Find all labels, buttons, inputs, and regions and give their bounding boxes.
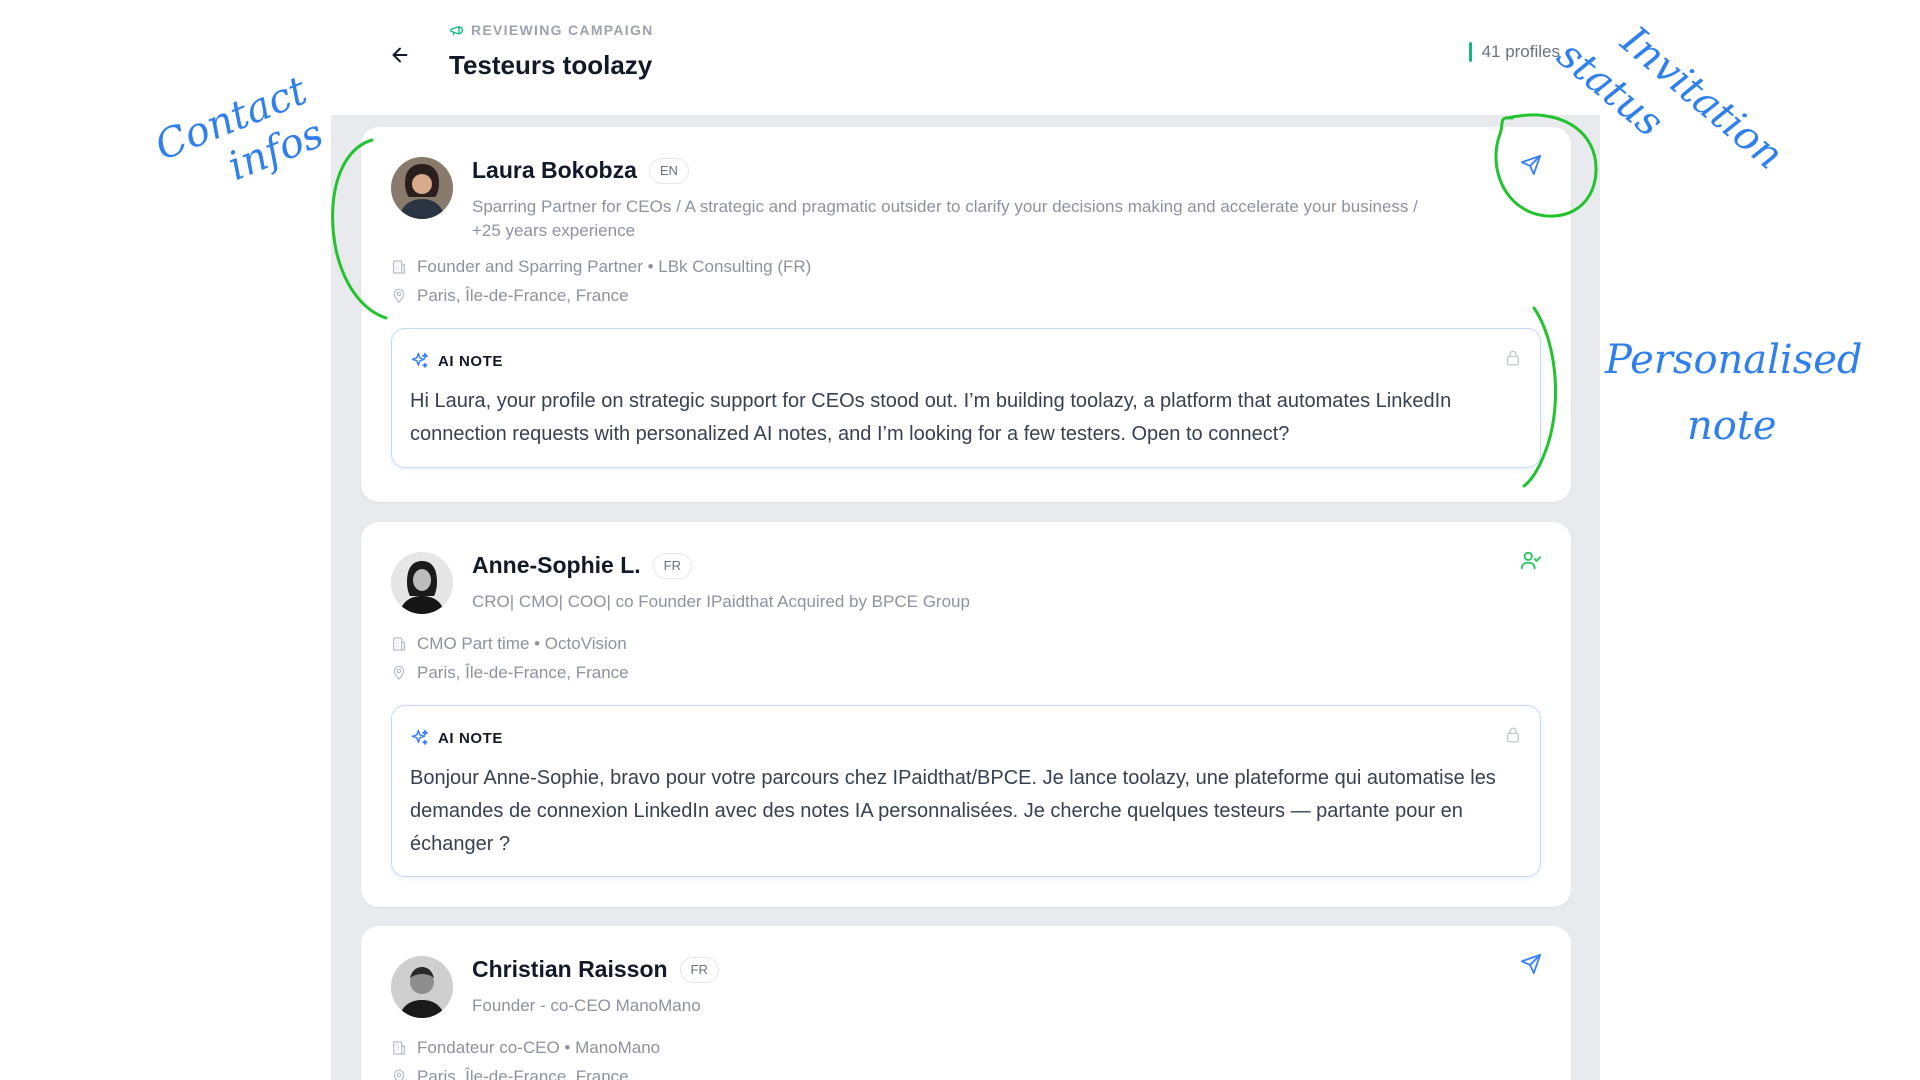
ai-note-box[interactable]: AI NOTE Bonjour Anne-Sophie, bravo pour … bbox=[391, 705, 1541, 877]
location-pin-icon bbox=[393, 288, 405, 303]
location-text: Paris, Île-de-France, France bbox=[417, 286, 629, 305]
building-icon bbox=[393, 260, 405, 274]
back-button[interactable] bbox=[385, 40, 415, 70]
invitation-status-button[interactable] bbox=[1515, 149, 1547, 181]
position-text: CMO Part time • OctoVision bbox=[417, 634, 627, 653]
invitation-status-button[interactable] bbox=[1515, 544, 1547, 576]
avatar bbox=[391, 552, 453, 614]
profile-headline: Founder - co-CEO ManoMano bbox=[472, 996, 701, 1015]
location-text: Paris, Île-de-France, France bbox=[417, 663, 629, 682]
avatar bbox=[391, 157, 453, 219]
lock-icon[interactable] bbox=[1504, 726, 1522, 749]
campaign-eyebrow: REVIEWING CAMPAIGN bbox=[449, 22, 654, 38]
building-icon bbox=[393, 1041, 405, 1055]
profile-name[interactable]: Anne-Sophie L. bbox=[472, 552, 641, 579]
profile-location: Paris, Île-de-France, France bbox=[391, 286, 629, 306]
ai-note-label-text: AI NOTE bbox=[438, 352, 504, 370]
profile-position: CMO Part time • OctoVision bbox=[391, 634, 627, 654]
location-pin-icon bbox=[393, 665, 405, 680]
user-check-icon bbox=[1520, 551, 1542, 570]
profile-list[interactable]: Laura Bokobza EN Sparring Partner for CE… bbox=[331, 115, 1600, 1080]
profile-count: 41 profiles bbox=[1468, 42, 1560, 62]
sparkles-icon bbox=[411, 352, 428, 368]
lock-icon[interactable] bbox=[1504, 349, 1522, 372]
ai-note-label: AI NOTE bbox=[410, 351, 503, 371]
location-text: Paris, Île-de-France, France bbox=[417, 1067, 629, 1080]
annotation-note-line1: Personalised bbox=[1605, 337, 1863, 383]
language-badge: FR bbox=[652, 552, 693, 579]
ai-note-label: AI NOTE bbox=[410, 728, 503, 748]
building-icon bbox=[393, 637, 405, 651]
language-badge: EN bbox=[648, 157, 689, 184]
profile-card[interactable]: Christian Raisson FR Founder - co-CEO Ma… bbox=[361, 926, 1571, 1080]
annotation-personalised-note: Personalised note bbox=[1605, 340, 1863, 446]
ai-note-text[interactable]: Hi Laura, your profile on strategic supp… bbox=[410, 385, 1520, 451]
sparkles-icon bbox=[411, 729, 428, 745]
profile-location: Paris, Île-de-France, France bbox=[391, 1067, 629, 1080]
position-text: Fondateur co-CEO • ManoMano bbox=[417, 1038, 661, 1057]
profile-headline: CRO| CMO| COO| co Founder IPaidthat Acqu… bbox=[472, 592, 970, 611]
name-row: Laura Bokobza EN bbox=[472, 157, 689, 184]
language-badge: FR bbox=[679, 956, 719, 983]
eyebrow-label: REVIEWING CAMPAIGN bbox=[471, 22, 654, 38]
profile-card[interactable]: Laura Bokobza EN Sparring Partner for CE… bbox=[361, 127, 1571, 502]
name-row: Anne-Sophie L. FR bbox=[472, 552, 693, 579]
profile-name[interactable]: Laura Bokobza bbox=[472, 157, 637, 184]
avatar bbox=[391, 956, 453, 1018]
send-icon bbox=[1520, 154, 1542, 176]
page-title: Testeurs toolazy bbox=[449, 50, 653, 80]
count-accent-bar bbox=[1468, 42, 1472, 62]
profile-location: Paris, Île-de-France, France bbox=[391, 663, 629, 683]
profile-position: Founder and Sparring Partner • LBk Consu… bbox=[391, 257, 811, 277]
ai-note-text[interactable]: Bonjour Anne-Sophie, bravo pour votre pa… bbox=[410, 762, 1520, 861]
profile-position: Fondateur co-CEO • ManoMano bbox=[391, 1038, 660, 1058]
name-row: Christian Raisson FR bbox=[472, 956, 719, 983]
invitation-status-button[interactable] bbox=[1515, 948, 1547, 980]
profile-name[interactable]: Christian Raisson bbox=[472, 956, 668, 983]
profile-count-label: 41 profiles bbox=[1481, 42, 1560, 61]
location-pin-icon bbox=[393, 1069, 405, 1080]
annotation-note-line2: note bbox=[1687, 403, 1777, 449]
position-text: Founder and Sparring Partner • LBk Consu… bbox=[417, 257, 812, 276]
profile-card[interactable]: Anne-Sophie L. FR CRO| CMO| COO| co Foun… bbox=[361, 522, 1571, 907]
profile-headline: Sparring Partner for CEOs / A strategic … bbox=[472, 197, 1418, 240]
megaphone-icon bbox=[450, 25, 463, 36]
arrow-left-icon bbox=[392, 47, 408, 63]
ai-note-box[interactable]: AI NOTE Hi Laura, your profile on strate… bbox=[391, 328, 1541, 468]
ai-note-label-text: AI NOTE bbox=[438, 729, 504, 747]
send-icon bbox=[1520, 953, 1542, 975]
